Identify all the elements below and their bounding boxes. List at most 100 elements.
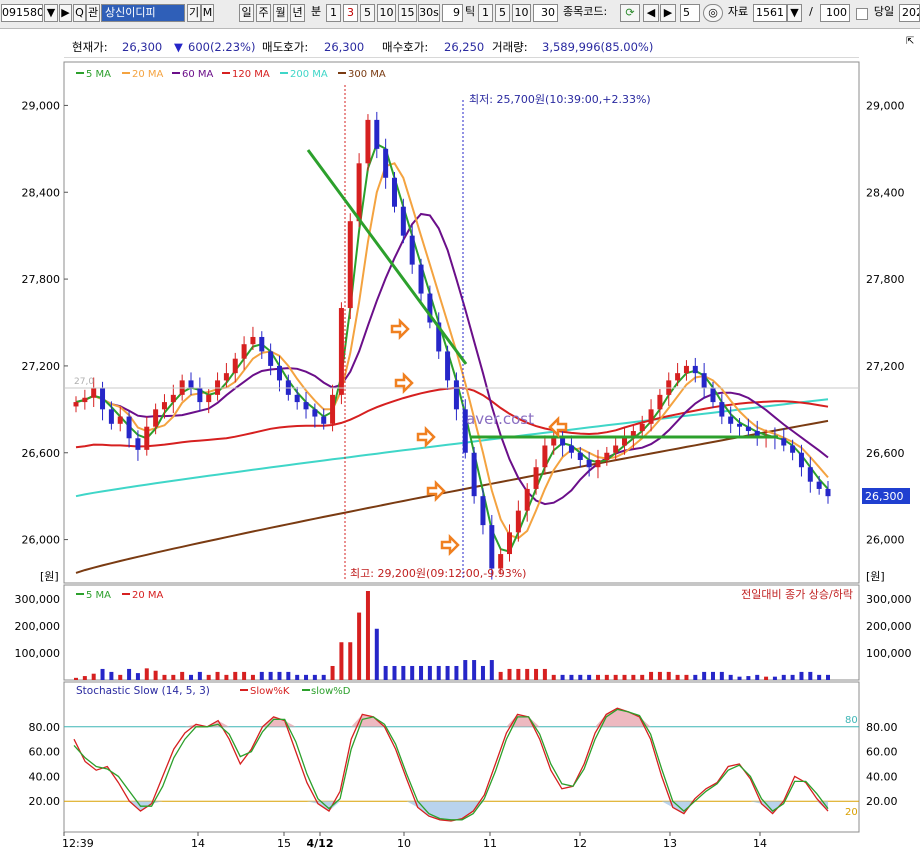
volume-bar	[250, 674, 255, 680]
level-80-label: 80	[845, 715, 858, 726]
volume-bar	[569, 674, 574, 680]
volume-bar	[657, 671, 662, 680]
volume-bar	[790, 674, 795, 680]
x-tick-label: 10	[397, 837, 411, 850]
x-tick-label: 14	[191, 837, 205, 850]
volume-bar	[374, 628, 379, 680]
candle-body	[100, 387, 106, 410]
volume-legend: 5 MA 20 MA	[76, 590, 164, 601]
volume-bar	[339, 642, 344, 680]
volume-tick-label-right: 100,000	[866, 647, 912, 660]
candle-body	[480, 496, 486, 526]
candle-body	[108, 409, 114, 424]
high-annotation: 최고: 29,200원(09:12:00,-9.93%)	[350, 567, 526, 580]
candle-body	[577, 452, 583, 460]
volume-bar	[826, 674, 830, 680]
volume-bar	[304, 674, 309, 680]
volume-bar	[516, 668, 521, 680]
candle-body	[347, 221, 353, 309]
volume-tick-label: 200,000	[15, 620, 61, 633]
volume-bar	[91, 673, 96, 680]
candle-body	[560, 438, 566, 446]
candle-body	[170, 394, 176, 403]
candle-body	[374, 119, 380, 149]
candle-body	[365, 119, 371, 164]
legend-vol-ma20: 20 MA	[132, 590, 164, 601]
volume-bar	[666, 671, 671, 680]
candle-body	[383, 148, 389, 178]
candle-body	[790, 445, 796, 453]
x-tick-label: 13	[663, 837, 677, 850]
volume-bar	[489, 660, 494, 680]
volume-bar	[268, 671, 273, 680]
candle-body	[330, 394, 336, 424]
volume-bar	[480, 665, 485, 680]
volume-bar	[764, 676, 769, 680]
legend-ma120: 120 MA	[232, 69, 270, 80]
volume-bar	[189, 674, 194, 680]
volume-bar	[365, 591, 370, 680]
candle-body	[418, 264, 424, 294]
legend-slowd: slow%D	[311, 686, 351, 697]
stock-chart: 29,000 29,000 28,400 28,400 27,800 27,800 27,2…	[15, 61, 912, 850]
stoch-tick-label: 40.00	[29, 770, 61, 783]
x-tick-label: 12:39	[62, 837, 94, 850]
volume-bar	[498, 671, 503, 680]
legend-vol-ma5: 5 MA	[86, 590, 111, 601]
price-axis-unit-left: [원]	[40, 570, 59, 583]
candle-body	[338, 308, 344, 395]
candle-body	[356, 163, 362, 222]
candle-body	[701, 373, 707, 388]
volume-bar	[312, 674, 317, 680]
candle-body	[303, 402, 309, 410]
right-arrow-icon	[416, 425, 436, 449]
volume-bar	[702, 671, 707, 680]
right-arrow-icon	[390, 317, 410, 341]
volume-bar	[392, 665, 397, 680]
ma-line-60ma	[75, 212, 829, 506]
low-annotation: 최저: 25,700원(10:39:00,+2.33%)	[469, 93, 651, 106]
volume-bar	[401, 665, 406, 680]
volume-bar	[463, 660, 468, 680]
volume-bar	[746, 676, 751, 680]
right-arrow-icon	[394, 371, 414, 395]
candle-body	[639, 423, 645, 432]
price-tick-label-right: 26,600	[866, 447, 905, 460]
candle-body	[595, 459, 601, 468]
price-tick-label-right: 27,800	[866, 273, 905, 286]
volume-bar	[472, 660, 477, 680]
volume-bar	[410, 665, 415, 680]
x-tick-label: 15	[277, 837, 291, 850]
candle-body	[515, 510, 521, 533]
candle-body	[551, 438, 557, 446]
stochastic-title: Stochastic Slow (14, 5, 3)	[76, 685, 210, 697]
candle-body	[161, 402, 167, 410]
candle-body	[453, 380, 459, 410]
candle-body	[259, 336, 265, 352]
volume-bar	[118, 674, 123, 680]
candle-body	[648, 409, 654, 424]
volume-bar	[321, 674, 326, 680]
candle-body	[117, 416, 123, 424]
volume-tick-label: 100,000	[15, 647, 61, 660]
volume-bar	[74, 677, 78, 680]
volume-bar	[737, 676, 742, 680]
candle-body	[737, 423, 743, 427]
candle-body	[604, 452, 610, 460]
legend-ma200: 200 MA	[290, 69, 328, 80]
candle-body	[675, 373, 681, 381]
volume-bar	[595, 674, 600, 680]
candle-body	[781, 438, 787, 446]
candle-body	[312, 409, 318, 417]
volume-bar	[162, 674, 167, 680]
legend-ma60: 60 MA	[182, 69, 214, 80]
volume-bar	[82, 676, 87, 680]
volume-bar	[233, 671, 238, 680]
level-20-label: 20	[845, 807, 858, 818]
volume-bar	[109, 671, 114, 680]
x-tick-label: 12	[573, 837, 587, 850]
right-arrow-icon	[440, 533, 460, 557]
candle-body	[232, 358, 238, 374]
volume-bar	[542, 668, 547, 680]
stoch-tick-label-right: 40.00	[866, 770, 898, 783]
